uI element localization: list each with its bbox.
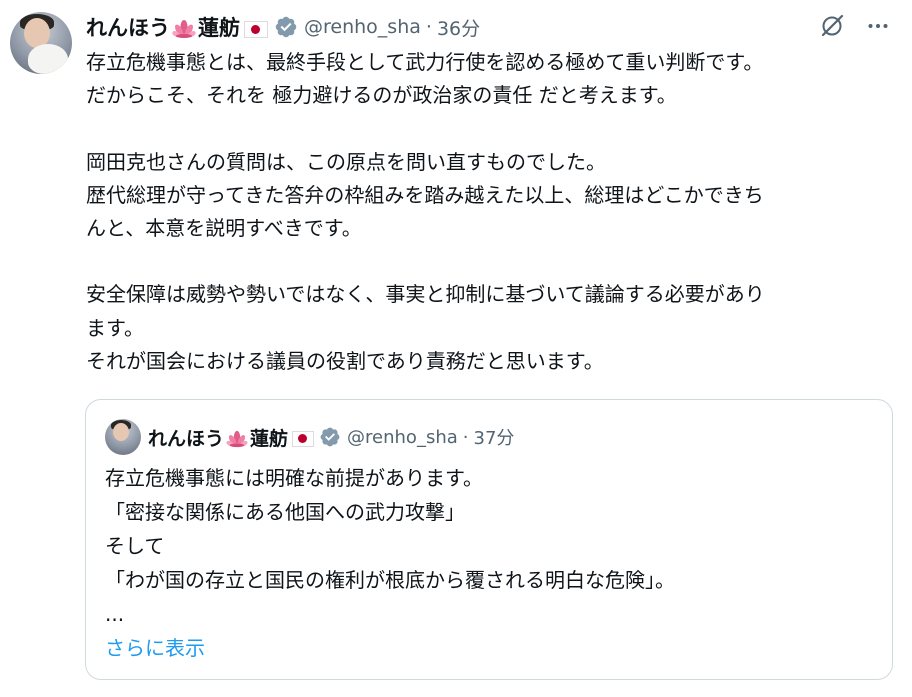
post-line: 岡田克也さんの質問は、この原点を問い直すものでした。 (86, 149, 606, 174)
post-line: んと、本意を説明すべきです。 (86, 216, 362, 240)
post-body: 存立危機事態とは、最終手段として武力行使を認める極めて重い判断です。 だからこそ… (86, 46, 892, 378)
quoted-header: れんほう 蓮舫 @renho_sha · 37分 (148, 422, 514, 452)
quoted-author-name-suffix: 蓮舫 (250, 427, 289, 450)
quoted-body: 存立危機事態には明確な前提があります。 「密接な関係にある他国への武力攻撃」 そ… (105, 461, 875, 665)
separator-dot: · (425, 16, 432, 38)
quoted-line: そして (105, 534, 165, 558)
quoted-author-name: れんほう 蓮舫 (148, 424, 315, 451)
quoted-post[interactable]: れんほう 蓮舫 @renho_sha · 37分 存立危機事態には明確な前提があ… (85, 399, 893, 680)
post-line: 歴代総理が守ってきた答弁の枠組みを踏み越えた以上、総理はどこかできち (86, 182, 764, 207)
post-time[interactable]: 36分 (437, 14, 480, 41)
post-line: それが国会における議員の役割であり責務だと思います。 (86, 348, 604, 373)
post-line-blank (86, 112, 892, 145)
separator-dot: · (462, 426, 469, 448)
lotus-icon (172, 20, 196, 38)
author-name[interactable]: れんほう 蓮舫 (86, 12, 268, 42)
grok-slash-icon (821, 14, 844, 37)
quoted-author-name-prefix: れんほう (148, 427, 225, 450)
tweet[interactable]: れんほう 蓮舫 @renho_sha · 36分 存立危機事態とは、最終手段とし… (0, 0, 912, 697)
author-name-prefix: れんほう (86, 16, 170, 40)
post-line: だからこそ、それを 極力避けるのが政治家の責任 だと考えます。 (86, 83, 677, 108)
japan-flag-icon (244, 20, 268, 38)
quoted-line: ... (105, 602, 125, 626)
tweet-header: れんほう 蓮舫 @renho_sha · 36分 (86, 10, 480, 44)
avatar-face (113, 423, 129, 441)
more-dots-icon (868, 24, 888, 28)
japan-flag-icon (292, 431, 315, 447)
avatar-dog (28, 44, 68, 74)
verified-badge-icon[interactable] (274, 15, 298, 39)
grok-button[interactable] (818, 12, 846, 40)
quoted-author-avatar (105, 419, 141, 455)
post-line-blank (86, 245, 892, 278)
top-actions (818, 12, 892, 40)
quoted-line: 存立危機事態には明確な前提があります。 (105, 466, 483, 490)
post-line: ます。 (86, 315, 144, 340)
post-line: 存立危機事態とは、最終手段として武力行使を認める極めて重い判断です。 (86, 50, 764, 74)
show-more-link[interactable]: さらに表示 (105, 631, 875, 665)
quoted-line: 「わが国の存立と国民の権利が根底から覆される明白な危険」。 (105, 568, 675, 592)
author-avatar[interactable] (10, 12, 72, 74)
quoted-post-time: 37分 (473, 428, 515, 449)
more-button[interactable] (864, 12, 892, 40)
verified-badge-icon (320, 427, 340, 447)
author-name-suffix: 蓮舫 (198, 16, 240, 40)
author-handle[interactable]: @renho_sha (304, 16, 421, 38)
lotus-icon (226, 430, 248, 448)
quoted-author-handle: @renho_sha (347, 426, 458, 448)
quoted-line: 「密接な関係にある他国への武力攻撃」 (105, 500, 465, 524)
post-line: 安全保障は威勢や勢いではなく、事実と抑制に基づいて議論する必要があり (86, 282, 765, 307)
